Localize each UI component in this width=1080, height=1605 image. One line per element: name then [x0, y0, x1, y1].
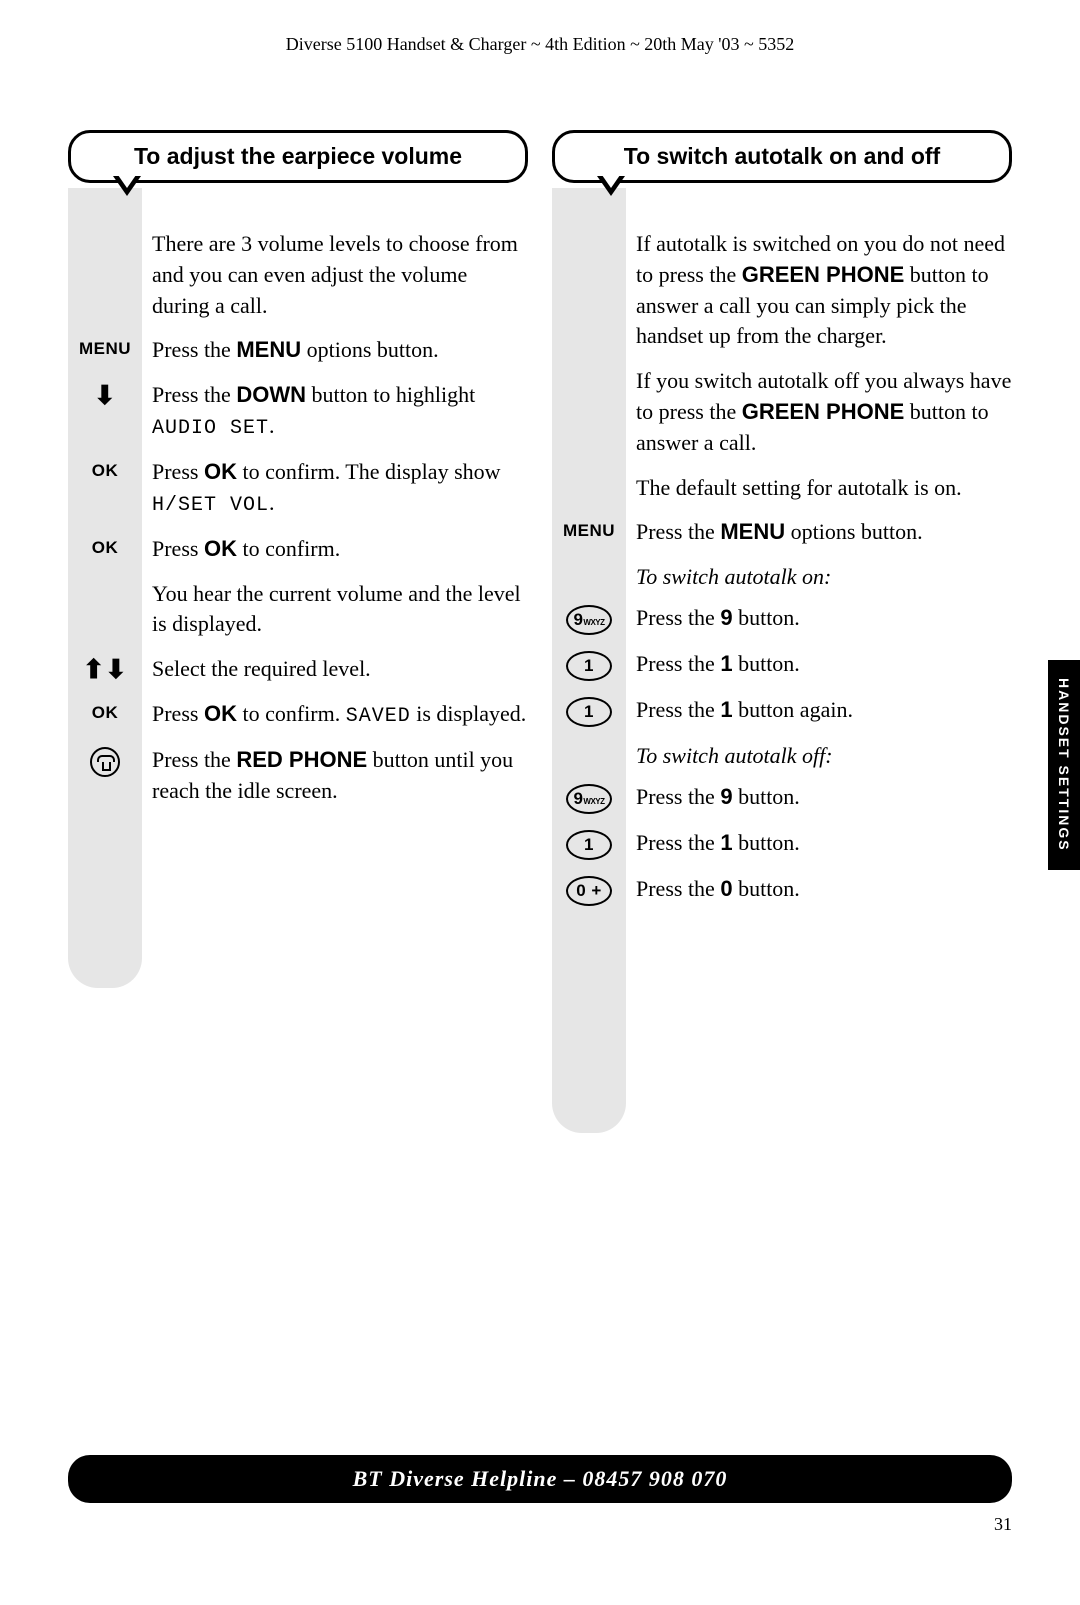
key-1-icon: 1 — [552, 828, 626, 860]
key-9-icon: 9WXYZ — [552, 603, 626, 635]
step-updown: ⬆⬇ Select the required level. — [68, 654, 528, 685]
title-pointer-icon — [113, 176, 141, 196]
ok-label-icon: OK — [68, 699, 142, 731]
intro-row: The default setting for autotalk is on. — [552, 473, 1012, 504]
key-0-icon: 0 + — [552, 874, 626, 906]
step-key1b: 1 Press the 1 button again. — [552, 695, 1012, 727]
title-pointer-icon — [597, 176, 625, 196]
phone-icon — [68, 745, 142, 807]
intro-row: If you switch autotalk off you always ha… — [552, 366, 1012, 458]
step-redphone: Press the RED PHONE button until you rea… — [68, 745, 528, 807]
page-number: 31 — [994, 1514, 1012, 1535]
arrow-down-icon: ⬇ — [68, 380, 142, 443]
step-key9: 9WXYZ Press the 9 button. — [552, 603, 1012, 635]
intro-text: There are 3 volume levels to choose from… — [142, 229, 528, 321]
right-body: If autotalk is switched on you do not ne… — [552, 183, 1012, 906]
key-9-icon: 9WXYZ — [552, 782, 626, 814]
ok-label-icon: OK — [68, 457, 142, 520]
section-tab: HANDSET SETTINGS — [1048, 660, 1080, 870]
intro-row: There are 3 volume levels to choose from… — [68, 229, 528, 321]
doc-header: Diverse 5100 Handset & Charger ~ 4th Edi… — [0, 34, 1080, 55]
step-result: You hear the current volume and the leve… — [68, 579, 528, 641]
menu-label-icon: MENU — [552, 517, 626, 548]
step-key1: 1 Press the 1 button. — [552, 649, 1012, 681]
menu-label-icon: MENU — [68, 335, 142, 366]
intro-row: If autotalk is switched on you do not ne… — [552, 229, 1012, 352]
right-column: To switch autotalk on and off If autotal… — [552, 130, 1012, 920]
step-ok2: OK Press OK to confirm. — [68, 534, 528, 565]
step-key9b: 9WXYZ Press the 9 button. — [552, 782, 1012, 814]
main-content: To adjust the earpiece volume There are … — [68, 130, 1012, 920]
left-column: To adjust the earpiece volume There are … — [68, 130, 528, 920]
key-1-icon: 1 — [552, 649, 626, 681]
helpline-footer: BT Diverse Helpline – 08457 908 070 — [68, 1455, 1012, 1503]
step-key1c: 1 Press the 1 button. — [552, 828, 1012, 860]
step-key0: 0 + Press the 0 button. — [552, 874, 1012, 906]
key-1-icon: 1 — [552, 695, 626, 727]
arrow-updown-icon: ⬆⬇ — [68, 654, 142, 685]
subhead-off: To switch autotalk off: — [636, 741, 1012, 772]
step-ok1: OK Press OK to confirm. The display show… — [68, 457, 528, 520]
step-ok3: OK Press OK to confirm. SAVED is display… — [68, 699, 528, 731]
step-down: ⬇ Press the DOWN button to highlight AUD… — [68, 380, 528, 443]
step-menu: MENU Press the MENU options button. — [68, 335, 528, 366]
ok-label-icon: OK — [68, 534, 142, 565]
step-menu: MENU Press the MENU options button. — [552, 517, 1012, 548]
subhead-on: To switch autotalk on: — [636, 562, 1012, 593]
left-body: There are 3 volume levels to choose from… — [68, 183, 528, 807]
